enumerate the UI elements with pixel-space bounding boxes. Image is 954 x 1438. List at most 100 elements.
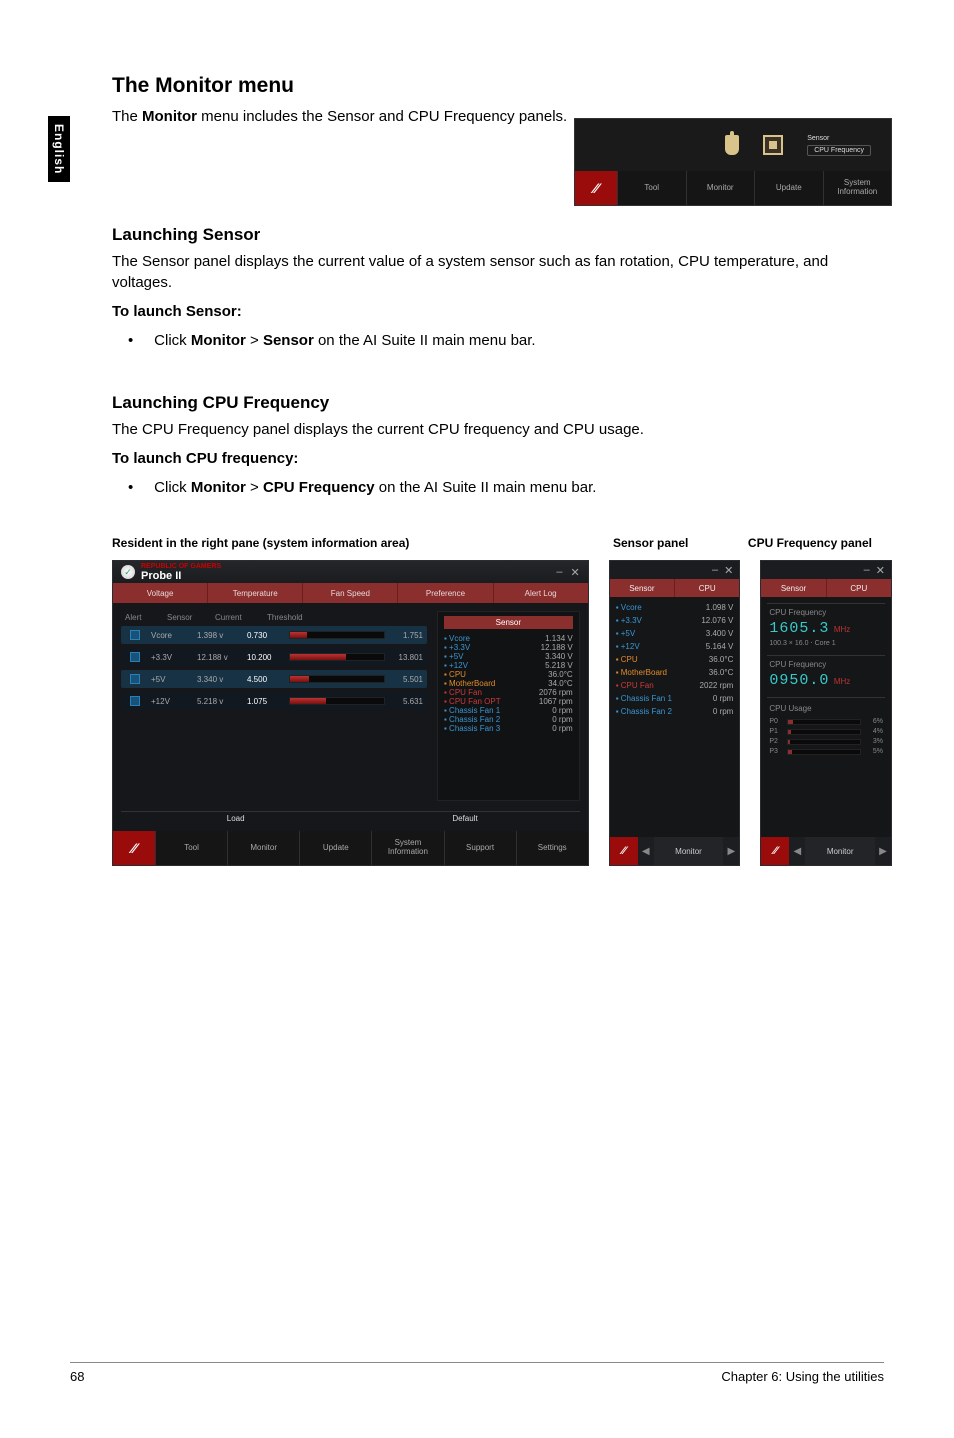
core-name: P2 [769,738,783,745]
probe-right-row: ▪ Chassis Fan 2 0 rpm [444,715,573,724]
tab-preference[interactable]: Preference [398,583,493,603]
probe-menu-monitor[interactable]: Monitor [227,831,299,865]
next-icon[interactable]: ▶ [723,837,739,865]
row-value: 0 rpm [552,715,572,724]
alert-checkbox[interactable] [130,696,140,706]
cpu-ratio-title: CPU Frequency [769,660,883,669]
sp-tab-cpu[interactable]: CPU [675,579,739,597]
row-value: 2076 rpm [539,688,573,697]
row-value: 2022 rpm [700,681,734,690]
probe-menu-sysinfo[interactable]: System Information [371,831,443,865]
close-icon[interactable]: ✕ [724,564,733,577]
alert-checkbox[interactable] [130,630,140,640]
probe-row: +5V3.340 v4.5005.501 [121,670,427,688]
row-value: 1.098 V [706,603,734,612]
alert-checkbox[interactable] [130,652,140,662]
menu-tool[interactable]: Tool [617,171,686,205]
minimize-icon[interactable]: – [556,566,562,579]
row-current: 5.218 v [197,697,241,706]
logo-icon: ⁄⁄ [113,831,155,865]
row-label: ▪ MotherBoard [444,679,495,688]
cp-tab-cpu[interactable]: CPU [827,579,891,597]
row-label: ▪ Vcore [444,634,470,643]
menu-system-information[interactable]: System Information [823,171,892,205]
probe-menu-support[interactable]: Support [444,831,516,865]
row-label: ▪ +12V [444,661,468,670]
cpu-panel-screenshot: – ✕ Sensor CPU CPU Frequency 1605.3 MHz … [760,560,892,866]
row-bar[interactable] [289,675,385,683]
row-label: ▪ CPU [444,670,466,679]
tab-fan-speed[interactable]: Fan Speed [303,583,398,603]
row-sensor: Vcore [151,631,191,640]
core-bar [787,749,861,755]
row-label: ▪ +3.3V [444,643,470,652]
subtab-default[interactable]: Default [350,811,579,825]
row-threshold: 10.200 [247,653,283,662]
core-pct: 6% [865,718,883,725]
caption-cpu-panel: CPU Frequency panel [728,536,892,550]
menu-update[interactable]: Update [754,171,823,205]
page-title: The Monitor menu [112,74,892,98]
row-bar[interactable] [289,631,385,639]
close-icon[interactable]: ✕ [570,566,579,579]
alert-checkbox[interactable] [130,674,140,684]
row-threshold: 1.075 [247,697,283,706]
cp-tab-sensor[interactable]: Sensor [761,579,826,597]
sp-tail-label[interactable]: Monitor [654,837,724,865]
sensor-row: ▪ MotherBoard36.0°C [616,668,734,677]
col-sensor: Sensor [167,613,207,622]
prev-icon[interactable]: ◀ [789,837,805,865]
sensor-row: ▪ Vcore1.098 V [616,603,734,612]
tab-voltage[interactable]: Voltage [113,583,208,603]
caption-resident: Resident in the right pane (system infor… [112,536,573,550]
to-launch-sensor-heading: To launch Sensor: [112,303,892,320]
sensor-row: ▪ +12V5.164 V [616,642,734,651]
tab-alert-log[interactable]: Alert Log [494,583,588,603]
probe-menu-update[interactable]: Update [299,831,371,865]
launch-cpu-step: Click Monitor > CPU Frequency on the AI … [112,477,892,498]
subtab-load[interactable]: Load [121,811,350,825]
row-threshold: 4.500 [247,675,283,684]
row-limit: 13.801 [391,653,423,662]
row-current: 3.340 v [197,675,241,684]
row-label: ▪ Chassis Fan 2 [444,715,500,724]
minimize-icon[interactable]: – [712,564,718,576]
probe-right-row: ▪ Chassis Fan 10 rpm [444,706,573,715]
row-sensor: +5V [151,675,191,684]
menubar-screenshot: Sensor CPU Frequency ⁄⁄ Tool Monitor Upd… [574,118,892,206]
probe-menu-tool[interactable]: Tool [155,831,227,865]
launch-sensor-step: Click Monitor > Sensor on the AI Suite I… [112,330,892,351]
section-launching-cpu-title: Launching CPU Frequency [112,393,892,413]
sp-tab-sensor[interactable]: Sensor [610,579,675,597]
row-value: 36.0°C [548,670,573,679]
col-alert: Alert [125,613,159,622]
probe-menu-settings[interactable]: Settings [516,831,588,865]
row-value: 1067 rpm [539,697,573,706]
row-threshold: 0.730 [247,631,283,640]
menu-monitor[interactable]: Monitor [686,171,755,205]
logo-icon: ⁄⁄ [610,837,638,865]
core-row: P2 3% [769,738,883,745]
close-icon[interactable]: ✕ [876,564,885,577]
cpu-usage-title: CPU Usage [769,704,883,713]
tab-temperature[interactable]: Temperature [208,583,303,603]
core-bar [787,739,861,745]
row-bar[interactable] [289,653,385,661]
minimize-icon[interactable]: – [864,564,870,576]
next-icon[interactable]: ▶ [875,837,891,865]
core-name: P1 [769,728,783,735]
row-bar[interactable] [289,697,385,705]
cpu-freq-value: 1605.3 [769,620,829,637]
core-pct: 3% [865,738,883,745]
cp-tail-label[interactable]: Monitor [805,837,875,865]
sensor-panel-screenshot: – ✕ Sensor CPU ▪ Vcore1.098 V▪ +3.3V12.0… [609,560,741,866]
cpu-ratio-unit: MHz [834,677,850,686]
cpu-freq-title: CPU Frequency [769,608,883,617]
row-value: 5.164 V [706,642,734,651]
prev-icon[interactable]: ◀ [638,837,654,865]
footer-chapter: Chapter 6: Using the utilities [721,1369,884,1384]
probe-right-row: ▪ CPU Fan OPT1067 rpm [444,697,573,706]
row-label: ▪ Chassis Fan 1 [444,706,500,715]
section-launching-sensor-title: Launching Sensor [112,225,892,245]
probe-right-row: ▪ +5V3.340 V [444,652,573,661]
